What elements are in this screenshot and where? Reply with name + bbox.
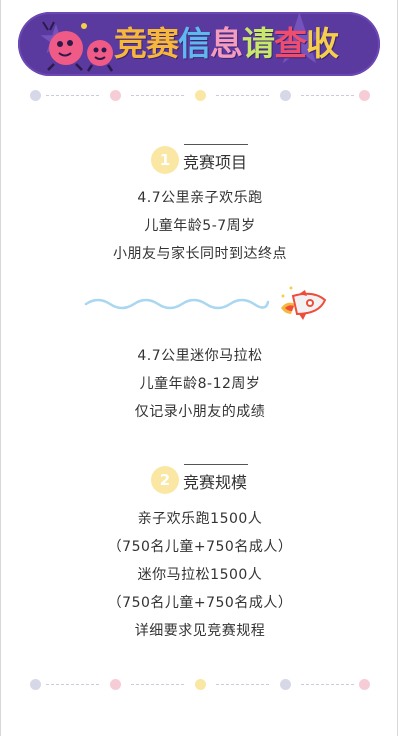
divider-dot: [279, 679, 291, 690]
event-line: 仅记录小朋友的成绩: [134, 404, 266, 420]
banner-title-char: 查: [274, 24, 307, 63]
scale-line: 迷你马拉松1500人: [137, 567, 263, 583]
section-number-badge: 2: [151, 466, 179, 494]
section-number-badge: 1: [151, 146, 179, 174]
banner-title-char: 赛: [146, 24, 179, 63]
event-line: 儿童年龄8-12周岁: [139, 376, 261, 392]
divider-dash: [131, 95, 184, 96]
scale-line: 亲子欢乐跑1500人: [137, 511, 263, 527]
banner-title-char: 请: [242, 24, 275, 63]
divider-dot: [194, 679, 206, 690]
divider-dot: [109, 90, 121, 101]
divider-dash: [216, 95, 269, 96]
divider-dot: [279, 90, 291, 101]
event-line: 小朋友与家长同时到达终点: [113, 246, 287, 262]
banner-title-char: 竞: [114, 24, 147, 63]
banner-title-char: 收: [306, 24, 339, 63]
event-line: 4.7公里迷你马拉松: [137, 348, 263, 364]
divider-dot: [359, 679, 370, 690]
dotted-divider-bottom: [30, 678, 370, 692]
divider-dot: [30, 679, 41, 690]
blue-wave-icon: [84, 298, 270, 310]
banner-title-char: 息: [210, 24, 243, 63]
scale-line: （750名儿童+750名成人）: [107, 595, 293, 611]
divider-dash: [301, 95, 354, 96]
section-heading-2: 2 竞赛规模: [0, 464, 400, 498]
section-title: 竞赛规模: [183, 473, 248, 492]
divider-dash: [301, 684, 354, 685]
title-banner: ★ ★ 竞赛信息请查收: [18, 12, 380, 76]
scale-line: 详细要求见竞赛规程: [134, 623, 266, 639]
banner-title: 竞赛信息请查收: [114, 22, 339, 66]
event-line: 4.7公里亲子欢乐跑: [137, 190, 263, 206]
divider-dash: [46, 684, 99, 685]
divider-dash: [46, 95, 99, 96]
event-line: 儿童年龄5-7周岁: [144, 218, 256, 234]
heading-rule: [184, 144, 248, 145]
divider-dash: [216, 684, 269, 685]
divider-dot: [359, 90, 370, 101]
pink-runner-characters-icon: [42, 21, 114, 72]
rocket-icon: [281, 286, 327, 320]
divider-dot: [109, 679, 121, 690]
divider-dash: [131, 684, 184, 685]
dotted-divider-top: [30, 89, 370, 103]
heading-rule: [184, 464, 248, 465]
divider-dot: [194, 90, 206, 101]
banner-title-char: 信: [178, 24, 211, 63]
scale-line: （750名儿童+750名成人）: [107, 539, 293, 555]
section-title: 竞赛项目: [183, 153, 248, 172]
section-heading-1: 1 竞赛项目: [0, 144, 400, 178]
divider-dot: [30, 90, 41, 101]
